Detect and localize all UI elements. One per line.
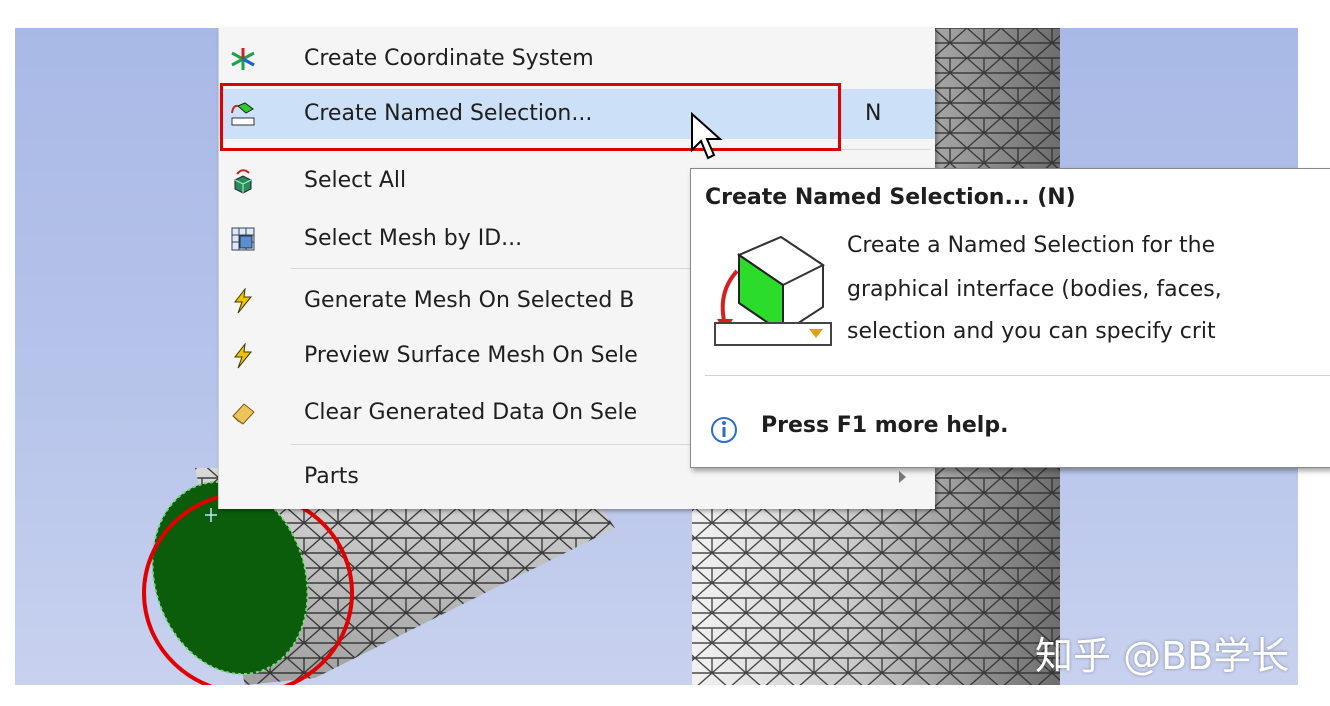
watermark: 知乎 @BB学长 (1035, 634, 1290, 678)
tooltip-text-line: selection and you can specify crit (847, 319, 1216, 344)
tooltip-title: Create Named Selection... (N) (705, 185, 1076, 210)
tooltip-text-line: graphical interface (bodies, faces, (847, 277, 1222, 302)
info-icon (711, 417, 737, 443)
annotation-box (220, 83, 841, 151)
tooltip-text-line: Create a Named Selection for the (847, 233, 1216, 258)
mouse-cursor-icon (691, 112, 723, 160)
named-selection-large-icon (714, 235, 832, 346)
tooltip-separator (705, 375, 1330, 376)
coordinate-system-icon (229, 46, 257, 72)
select-all-icon (229, 168, 257, 194)
shortcut-key: N (865, 101, 882, 126)
eraser-icon (229, 400, 257, 426)
submenu-arrow-icon (899, 471, 906, 483)
menu-item-create-coordinate-system[interactable]: Create Coordinate System (219, 34, 935, 84)
lightning-icon (229, 287, 257, 314)
lightning-icon (229, 342, 257, 369)
mesh-id-icon (229, 226, 257, 252)
tooltip: Create Named Selection... (N) Create a N… (690, 168, 1330, 468)
tooltip-help-text: Press F1 more help. (761, 413, 1009, 438)
